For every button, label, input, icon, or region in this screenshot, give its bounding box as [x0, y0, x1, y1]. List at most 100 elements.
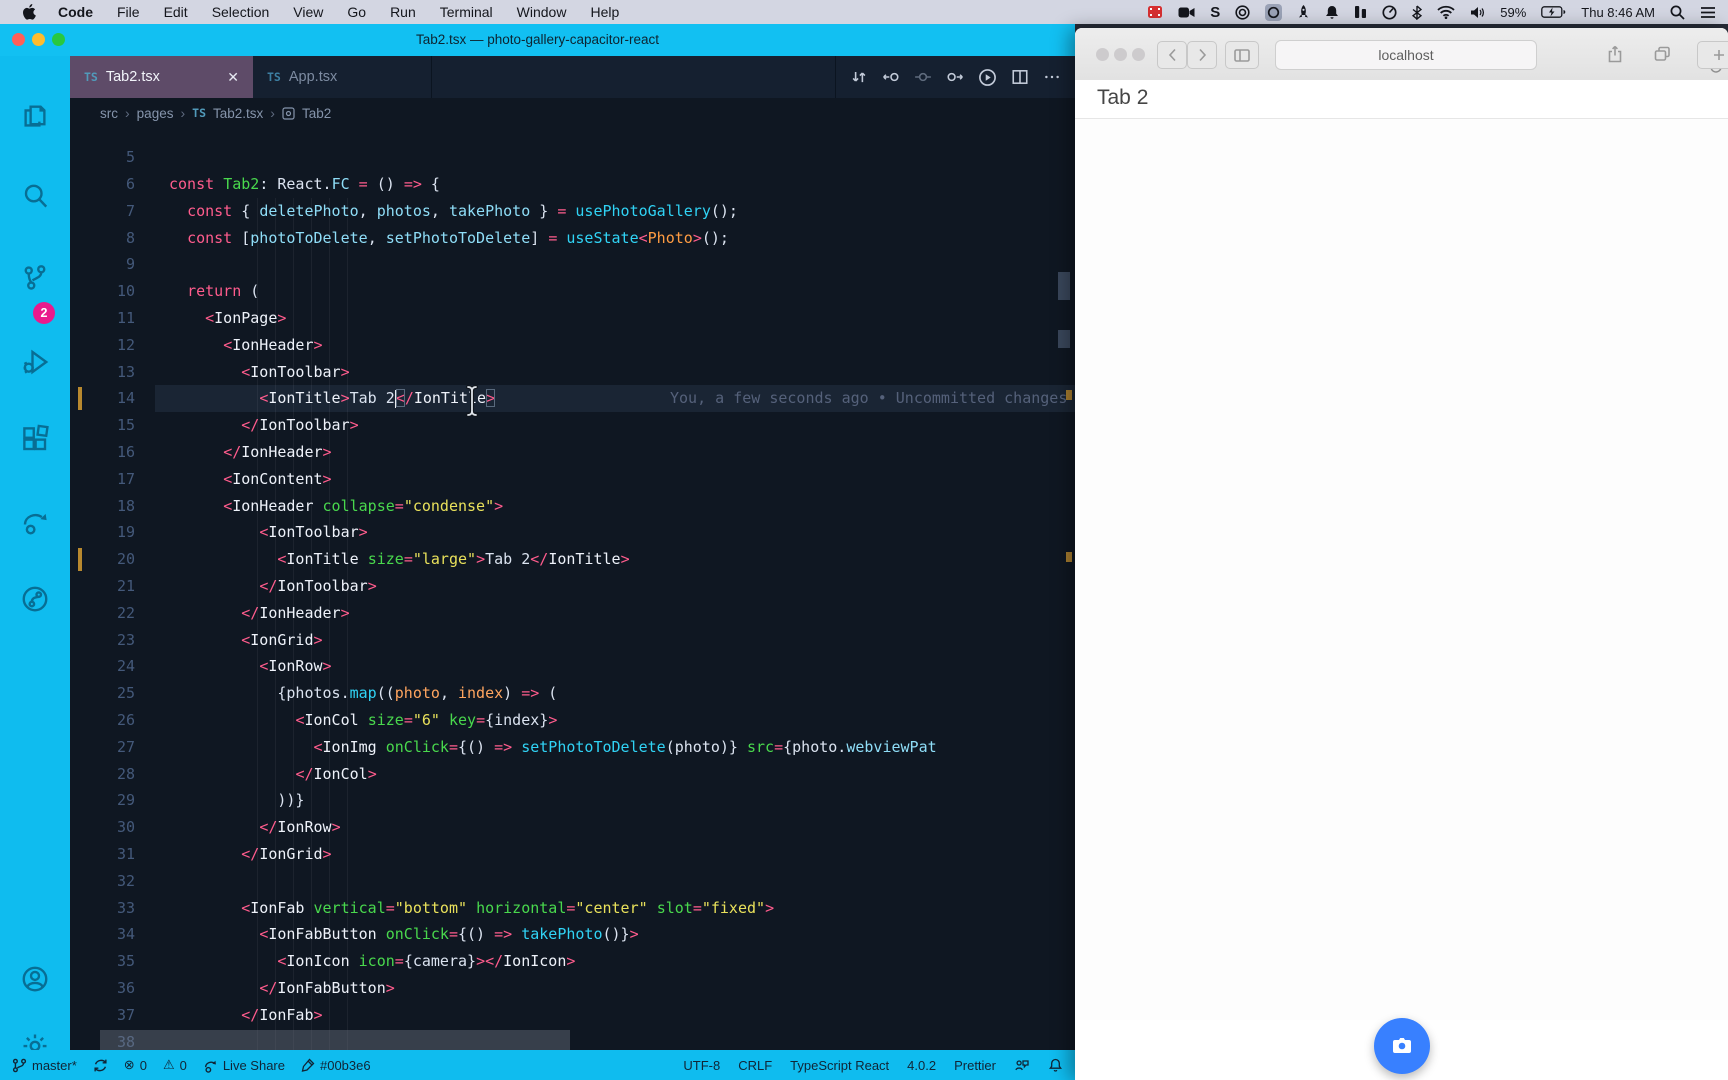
breadcrumb-symbol[interactable]: Tab2 [302, 106, 331, 121]
breadcrumb-file[interactable]: Tab2.tsx [213, 106, 263, 121]
code-line-21[interactable]: 21 </IonToolbar> [70, 573, 1075, 600]
menu-item-window[interactable]: Window [505, 0, 579, 24]
volume-icon[interactable] [1470, 6, 1485, 19]
status-item-bell[interactable] [1048, 1058, 1063, 1073]
next-change-icon[interactable] [946, 68, 964, 86]
search-icon[interactable] [17, 178, 53, 214]
code-line-22[interactable]: 22 </IonHeader> [70, 600, 1075, 627]
extensions-icon[interactable] [17, 421, 53, 457]
source-control-icon[interactable] [17, 260, 53, 296]
code-line-34[interactable]: 34 <IonFabButton onClick={() => takePhot… [70, 921, 1075, 948]
code-line-9[interactable]: 9 [70, 251, 1075, 278]
menu-item-selection[interactable]: Selection [200, 0, 282, 24]
code-line-16[interactable]: 16 </IonHeader> [70, 439, 1075, 466]
code-line-15[interactable]: 15 </IonToolbar> [70, 412, 1075, 439]
menu-item-go[interactable]: Go [335, 0, 378, 24]
code-line-5[interactable]: 5 [70, 144, 1075, 171]
code-line-26[interactable]: 26 <IonCol size="6" key={index}> [70, 707, 1075, 734]
code-editor[interactable]: 5 6 const Tab2: React.FC = () => {7 const … [70, 128, 1075, 1050]
tab-overview-icon[interactable] [1647, 41, 1677, 67]
vscode-title-bar[interactable]: Tab2.tsx — photo-gallery-capacitor-react [0, 24, 1075, 56]
film-icon[interactable] [1147, 5, 1163, 19]
menu-item-app[interactable]: Code [46, 0, 105, 24]
status-item-typescript-react[interactable]: TypeScript React [790, 1058, 889, 1073]
run-debug-icon[interactable] [17, 344, 53, 380]
code-line-27[interactable]: 27 <IonImg onClick={() => setPhotoToDele… [70, 734, 1075, 761]
code-line-37[interactable]: 37 </IonFab> [70, 1002, 1075, 1029]
code-line-13[interactable]: 13 <IonToolbar> [70, 359, 1075, 386]
code-line-7[interactable]: 7 const { deletePhoto, photos, takePhoto… [70, 198, 1075, 225]
gitlens-icon[interactable] [17, 581, 53, 617]
menu-item-file[interactable]: File [105, 0, 152, 24]
code-line-18[interactable]: 18 <IonHeader collapse="condense"> [70, 493, 1075, 520]
address-bar[interactable]: localhost [1275, 40, 1722, 73]
status-item-master-[interactable]: master* [12, 1058, 77, 1073]
status-item-crlf[interactable]: CRLF [738, 1058, 772, 1073]
code-line-31[interactable]: 31 </IonGrid> [70, 841, 1075, 868]
code-line-14[interactable]: 14 <IonTitle>Tab 2</IonTitle> You, a few … [70, 385, 1075, 413]
status-item-live-share[interactable]: Live Share [203, 1058, 285, 1073]
minimize-window-button[interactable] [1114, 48, 1127, 61]
current-change-icon[interactable] [914, 68, 932, 86]
status-item-utf-8[interactable]: UTF-8 [683, 1058, 720, 1073]
status-item-sync[interactable] [93, 1058, 108, 1073]
sidebar-icon[interactable] [1225, 41, 1259, 69]
live-share-icon[interactable] [17, 504, 53, 540]
run-file-icon[interactable] [978, 68, 997, 87]
active-app-tile-icon[interactable] [1265, 3, 1283, 21]
close-window-button[interactable] [12, 33, 25, 46]
menu-item-terminal[interactable]: Terminal [428, 0, 505, 24]
status-item--00b3e6[interactable]: #00b3e6 [301, 1058, 371, 1073]
menu-item-edit[interactable]: Edit [152, 0, 200, 24]
camera-fab-button[interactable] [1374, 1018, 1430, 1074]
columns-icon[interactable] [1354, 5, 1367, 19]
split-editor-icon[interactable] [1011, 68, 1029, 86]
new-tab-plus-icon[interactable] [1697, 41, 1728, 69]
apple-menu-icon[interactable] [14, 4, 46, 20]
menu-item-view[interactable]: View [281, 0, 335, 24]
status-item-4-0-2[interactable]: 4.0.2 [907, 1058, 936, 1073]
wifi-icon[interactable] [1437, 5, 1455, 19]
code-line-33[interactable]: 33 <IonFab vertical="bottom" horizontal=… [70, 895, 1075, 922]
zoom-window-button[interactable] [52, 33, 65, 46]
code-line-10[interactable]: 10 return ( [70, 278, 1075, 305]
tab-tab2tsx[interactable]: TS Tab2.tsx ✕ [70, 56, 253, 98]
close-window-button[interactable] [1096, 48, 1109, 61]
code-line-32[interactable]: 32 [70, 868, 1075, 895]
compass-icon[interactable] [1382, 4, 1397, 20]
close-tab-icon[interactable]: ✕ [227, 69, 239, 86]
forward-button[interactable] [1187, 41, 1217, 69]
code-line-29[interactable]: 29 ))} [70, 787, 1075, 814]
menu-item-run[interactable]: Run [378, 0, 428, 24]
menu-item-help[interactable]: Help [578, 0, 631, 24]
bluetooth-icon[interactable] [1412, 4, 1423, 20]
zoom-window-button[interactable] [1132, 48, 1145, 61]
minimize-window-button[interactable] [32, 33, 45, 46]
bell-icon[interactable] [1325, 5, 1339, 20]
tab-apptsx[interactable]: TS App.tsx [253, 56, 432, 98]
spotlight-search-icon[interactable] [1670, 5, 1685, 20]
record-circle-icon[interactable] [1235, 4, 1250, 20]
code-line-19[interactable]: 19 <IonToolbar> [70, 519, 1075, 546]
s-app-icon[interactable]: S [1210, 4, 1220, 21]
code-line-11[interactable]: 11 <IonPage> [70, 305, 1075, 332]
code-line-24[interactable]: 24 <IonRow> [70, 653, 1075, 680]
more-actions-icon[interactable] [1043, 68, 1061, 86]
status-item-prettier[interactable]: Prettier [954, 1058, 996, 1073]
explorer-icon[interactable] [17, 98, 53, 134]
open-changes-icon[interactable] [850, 68, 868, 86]
back-button[interactable] [1157, 41, 1187, 69]
code-line-28[interactable]: 28 </IonCol> [70, 761, 1075, 788]
code-line-8[interactable]: 8 const [photoToDelete, setPhotoToDelete… [70, 225, 1075, 252]
video-camera-icon[interactable] [1178, 6, 1195, 19]
code-line-12[interactable]: 12 <IonHeader> [70, 332, 1075, 359]
code-line-25[interactable]: 25 {photos.map((photo, index) => ( [70, 680, 1075, 707]
code-line-30[interactable]: 30 </IonRow> [70, 814, 1075, 841]
code-line-36[interactable]: 36 </IonFabButton> [70, 975, 1075, 1002]
share-icon[interactable] [1600, 41, 1630, 67]
breadcrumb-src[interactable]: src [100, 106, 118, 121]
status-item-0[interactable]: ⊗ 0 [124, 1057, 147, 1073]
code-line-35[interactable]: 35 <IonIcon icon={camera}></IonIcon> [70, 948, 1075, 975]
account-icon[interactable] [17, 961, 53, 997]
code-line-23[interactable]: 23 <IonGrid> [70, 627, 1075, 654]
